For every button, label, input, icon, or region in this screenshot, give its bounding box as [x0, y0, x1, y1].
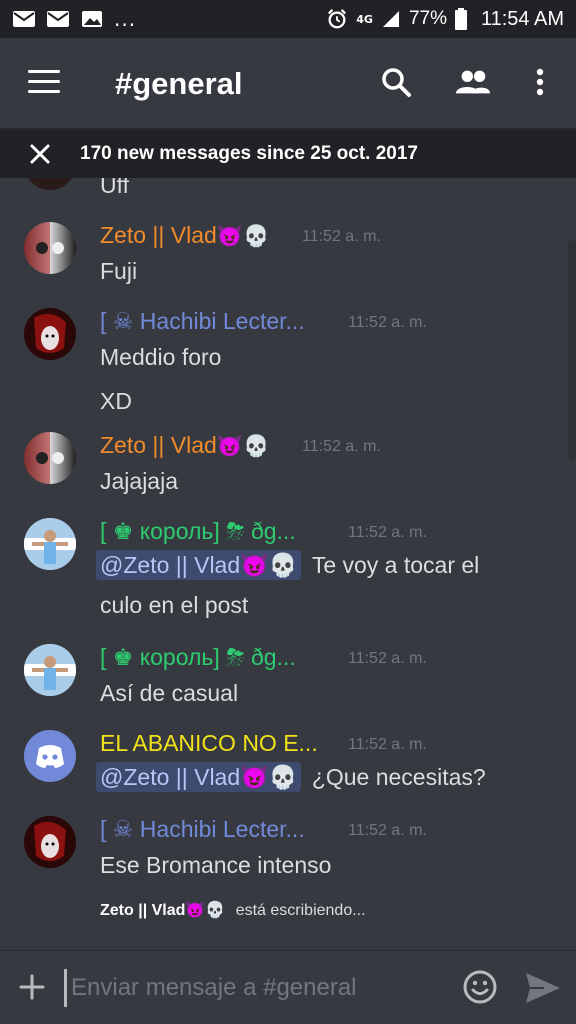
members-button[interactable]: [455, 64, 491, 100]
message-text: @Zeto || Vlad😈💀 ¿Que necesitas?: [96, 762, 486, 792]
message-text: Así de casual: [100, 680, 239, 706]
message-text: XD: [100, 388, 132, 414]
channel-header: #general: [0, 38, 576, 128]
avatar[interactable]: [24, 432, 76, 484]
notification-icons: ...: [12, 7, 136, 31]
message-text: Uff: [100, 178, 129, 198]
avatar[interactable]: [24, 308, 76, 360]
network-type: 4G: [356, 12, 373, 26]
message-timestamp: 11:52 a. m.: [348, 314, 427, 331]
typing-user: Zeto || Vlad😈💀: [100, 902, 226, 919]
message-input-bar: [0, 950, 576, 1024]
message-input[interactable]: [64, 969, 444, 1007]
message-author[interactable]: Zeto || Vlad😈💀: [100, 432, 269, 459]
discord-logo-icon: [24, 730, 76, 782]
message-author[interactable]: Zeto || Vlad😈💀: [100, 222, 269, 249]
message-list[interactable]: Uff Zeto || Vlad😈💀 11:52 a. m. Fuji [ ☠ …: [0, 178, 576, 950]
status-bar: ... 4G 77% 11:54 AM: [0, 0, 576, 38]
message-author[interactable]: [ ♚ король] ⛈ ðg...: [100, 518, 296, 545]
close-icon[interactable]: [28, 142, 52, 166]
message-timestamp: 11:52 a. m.: [348, 822, 427, 839]
hamburger-icon[interactable]: [28, 70, 60, 94]
message-author[interactable]: [ ☠ Hachibi Lecter...: [100, 308, 305, 335]
status-indicators: 4G 77% 11:54 AM: [326, 8, 564, 31]
plus-icon[interactable]: [18, 973, 46, 1001]
new-messages-text: 170 new messages since 25 oct. 2017: [80, 143, 418, 164]
search-button[interactable]: [378, 64, 414, 100]
image-icon: [82, 11, 102, 27]
message-author[interactable]: [ ♚ король] ⛈ ðg...: [100, 644, 296, 671]
message-timestamp: 11:52 a. m.: [348, 524, 427, 541]
typing-indicator: Zeto || Vlad😈💀 está escribiendo...: [100, 900, 366, 920]
message-timestamp: 11:52 a. m.: [348, 650, 427, 667]
message-timestamp: 11:52 a. m.: [302, 438, 381, 455]
avatar[interactable]: [24, 730, 76, 782]
battery-icon: [454, 8, 467, 30]
scrollbar[interactable]: [568, 240, 576, 460]
message-timestamp: 11:52 a. m.: [348, 736, 427, 753]
clock: 11:54 AM: [480, 7, 564, 30]
more-notifications: ...: [114, 7, 137, 31]
message-text: Fuji: [100, 258, 138, 284]
message-text: Ese Bromance intenso: [100, 852, 332, 878]
message-text: Jajajaja: [100, 468, 178, 494]
author-emoji: 😈💀: [216, 225, 270, 248]
message-text: Meddio foro: [100, 344, 222, 370]
message-text-part: ¿Que necesitas?: [311, 764, 486, 790]
typing-text: está escribiendo...: [235, 902, 366, 919]
avatar[interactable]: [24, 644, 76, 696]
mail-icon: [13, 11, 35, 27]
channel-title: #general: [115, 66, 243, 101]
message-text: @Zeto || Vlad😈💀 Te voy a tocar el: [96, 550, 480, 580]
battery-percent: 77%: [408, 8, 447, 29]
more-button[interactable]: [522, 64, 558, 100]
alarm-icon: [328, 9, 347, 29]
user-mention[interactable]: @Zeto || Vlad😈💀: [96, 762, 302, 792]
new-messages-bar[interactable]: 170 new messages since 25 oct. 2017: [0, 130, 576, 178]
message-text: culo en el post: [100, 592, 249, 618]
avatar[interactable]: [24, 816, 76, 868]
user-mention[interactable]: @Zeto || Vlad😈💀: [96, 550, 302, 580]
send-icon[interactable]: [524, 971, 562, 1005]
avatar[interactable]: [24, 518, 76, 570]
message-author[interactable]: [ ☠ Hachibi Lecter...: [100, 816, 305, 843]
members-icon: [455, 70, 491, 94]
signal-icon: [382, 11, 399, 27]
search-icon: [382, 68, 411, 97]
message-text-part: Te voy a tocar el: [311, 552, 480, 578]
more-vertical-icon: [536, 68, 544, 96]
message-author[interactable]: EL ABANICO NO E...: [100, 730, 318, 757]
author-emoji: 😈💀: [216, 435, 270, 458]
avatar[interactable]: [24, 178, 76, 190]
avatar[interactable]: [24, 222, 76, 274]
message-timestamp: 11:52 a. m.: [302, 228, 381, 245]
mail-icon: [47, 11, 69, 27]
emoji-icon[interactable]: [462, 969, 498, 1005]
